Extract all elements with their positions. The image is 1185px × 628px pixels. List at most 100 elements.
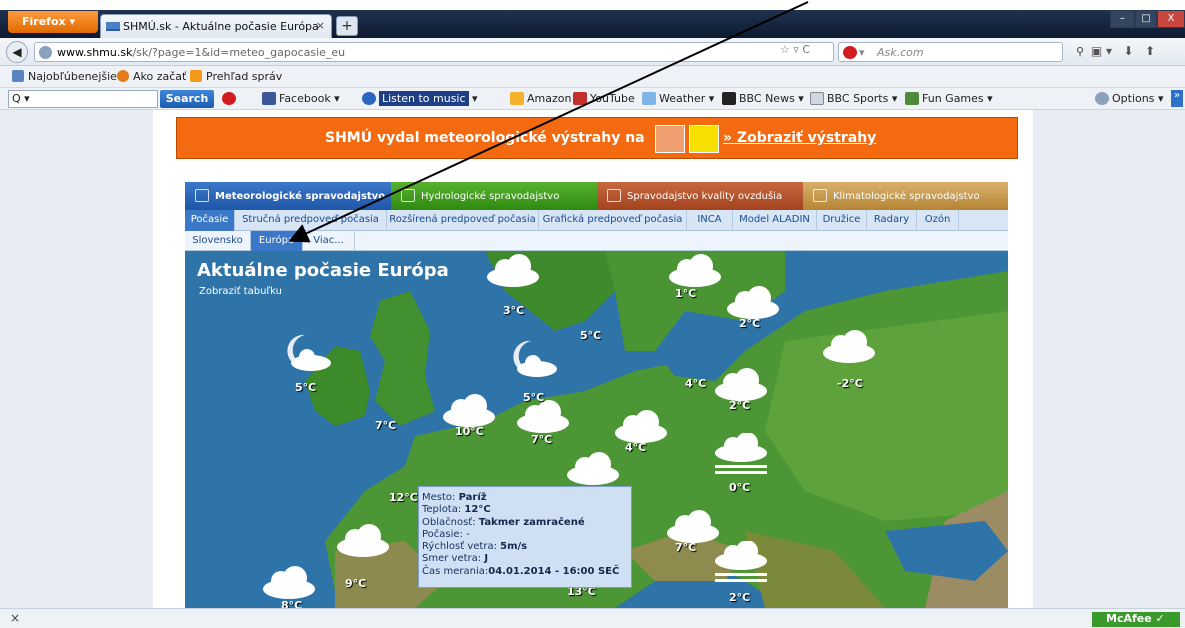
tab-label: Hydrologické spravodajstvo bbox=[421, 191, 560, 202]
toolbar-bbc-news[interactable]: BBC News ▾ bbox=[722, 92, 804, 105]
toolbar-search-button[interactable]: Search bbox=[160, 90, 214, 108]
firefox-icon bbox=[117, 70, 129, 82]
cloud-icon[interactable] bbox=[667, 253, 723, 289]
fog-cloud-icon[interactable] bbox=[713, 433, 769, 481]
tab-title: SHMÚ.sk - Aktuálne počasie Európa bbox=[123, 20, 319, 33]
tooltip-value: 5m/s bbox=[500, 541, 528, 553]
bookmark-ako-zacat[interactable]: Ako začať bbox=[117, 70, 186, 83]
temp-label: 0°C bbox=[729, 481, 751, 494]
tooltip-city-row: Mesto: Paríž bbox=[422, 492, 631, 504]
tab-close-icon[interactable]: × bbox=[316, 19, 325, 32]
sub-tabs: Počasie Stručná predpoveď počasia Rozšír… bbox=[185, 210, 1008, 231]
temp-label: 2°C bbox=[739, 317, 761, 330]
temp-label: 5°C bbox=[295, 381, 317, 394]
new-tab-button[interactable]: + bbox=[336, 16, 358, 36]
chimney-icon bbox=[607, 189, 621, 202]
subtab-druzice[interactable]: Družice bbox=[817, 210, 867, 231]
subtab-ozon[interactable]: Ozón bbox=[917, 210, 959, 231]
toolbar-options[interactable]: Options ▾ bbox=[1095, 92, 1163, 105]
temp-label: 10°C bbox=[455, 425, 484, 438]
url-bar[interactable]: www.shmu.sk/sk/?page=1&id=meteo_gapocasi… bbox=[34, 42, 834, 62]
toolbar-weather[interactable]: Weather ▾ bbox=[642, 92, 714, 105]
tab-klimatologicke[interactable]: Klimatologické spravodajstvo bbox=[803, 182, 1008, 210]
fog-warning-icon[interactable] bbox=[689, 125, 719, 153]
tab-hydrologicke[interactable]: Hydrologické spravodajstvo bbox=[391, 182, 597, 210]
subtab-model-aladin[interactable]: Model ALADIN bbox=[733, 210, 817, 231]
temp-label: 2°C bbox=[729, 591, 751, 604]
search-engine-dropdown-icon[interactable]: ▾ bbox=[859, 46, 865, 59]
cloud-icon[interactable] bbox=[725, 285, 781, 321]
cloud-icon[interactable] bbox=[261, 565, 317, 601]
subtab-rozsirena-predpoved[interactable]: Rozšírená predpoveď počasia bbox=[387, 210, 539, 231]
close-window-button[interactable]: X bbox=[1157, 10, 1185, 28]
toolbar-overflow-icon[interactable]: » bbox=[1171, 90, 1183, 107]
maximize-button[interactable]: □ bbox=[1135, 10, 1157, 28]
toolbar-item-label: BBC Sports ▾ bbox=[827, 92, 898, 105]
toolbar-item-label: Amazon bbox=[527, 92, 572, 105]
subtab-radary[interactable]: Radary bbox=[867, 210, 917, 231]
cloud-icon[interactable] bbox=[665, 509, 721, 545]
bookmark-prehlad-sprav[interactable]: Prehľad správ bbox=[190, 70, 282, 83]
fog-cloud-icon[interactable] bbox=[713, 541, 769, 589]
toolbar-listen-music[interactable]: Listen to music ▾ bbox=[362, 91, 478, 106]
city-weather-tooltip: Mesto: Paríž Teplota: 12°C Oblačnosť: Ta… bbox=[418, 486, 632, 588]
tab-label: Spravodajstvo kvality ovzdušia bbox=[627, 191, 783, 202]
temp-label: 4°C bbox=[625, 441, 647, 454]
temp-label: 12°C bbox=[389, 491, 418, 504]
cloud-icon[interactable] bbox=[613, 409, 669, 445]
window-titlebar: Firefox ▾ SHMÚ.sk - Aktuálne počasie Eur… bbox=[0, 0, 1185, 40]
back-button[interactable]: ◀ bbox=[6, 41, 28, 63]
mcafee-badge[interactable]: McAfee ✓ bbox=[1092, 612, 1180, 627]
window-controls: – □ X bbox=[1110, 10, 1185, 28]
night-cloud-icon[interactable] bbox=[281, 331, 333, 377]
subtab-inca[interactable]: INCA bbox=[687, 210, 733, 231]
close-bar-icon[interactable]: × bbox=[10, 611, 20, 625]
cloud-icon[interactable] bbox=[565, 451, 621, 487]
tooltip-value: 12°C bbox=[464, 504, 491, 516]
tab-meteorologicke[interactable]: Meteorologické spravodajstvo bbox=[185, 182, 391, 210]
subtab-graficka-predpoved[interactable]: Grafická predpoveď počasia bbox=[539, 210, 687, 231]
region-tab-viac[interactable]: Viac... bbox=[303, 231, 355, 251]
browser-tab[interactable]: SHMÚ.sk - Aktuálne počasie Európa × bbox=[100, 14, 332, 38]
subtab-pocasie[interactable]: Počasie bbox=[185, 210, 235, 231]
cloud-icon[interactable] bbox=[441, 393, 497, 429]
url-bar-icons[interactable]: ☆ ▿ C bbox=[780, 43, 810, 56]
search-bar[interactable]: ▾ Ask.com ⚲ bbox=[838, 42, 1084, 62]
navigation-bar: ◀ www.shmu.sk/sk/?page=1&id=meteo_gapoca… bbox=[0, 38, 1185, 66]
snow-cloud-icon[interactable] bbox=[821, 329, 877, 365]
toolbar-ask-icon[interactable] bbox=[222, 92, 239, 105]
warning-link[interactable]: » Zobraziť výstrahy bbox=[723, 130, 876, 146]
toolbar-facebook[interactable]: Facebook ▾ bbox=[262, 92, 340, 105]
show-table-link[interactable]: Zobraziť tabuľku bbox=[199, 286, 282, 297]
cloud-icon[interactable] bbox=[515, 399, 571, 435]
temp-label: 7°C bbox=[675, 541, 697, 554]
tooltip-label: Smer vetra: bbox=[422, 553, 482, 565]
bookmark-najoblubenejsie[interactable]: Najobľúbenejšie bbox=[12, 70, 117, 83]
wind-warning-icon[interactable] bbox=[655, 125, 685, 153]
toolbar-youtube[interactable]: YouTube bbox=[573, 92, 635, 105]
region-tabs: Slovensko Európa Viac... bbox=[185, 231, 1008, 251]
warning-banner: SHMÚ vydal meteorologické výstrahy na » … bbox=[176, 117, 1018, 159]
temp-label: 1°C bbox=[675, 287, 697, 300]
cloud-icon[interactable] bbox=[713, 367, 769, 403]
nav-extra-buttons[interactable]: ▣ ▾ ⬇ ⬆ bbox=[1068, 44, 1155, 58]
tab-kvality-ovzdusia[interactable]: Spravodajstvo kvality ovzdušia bbox=[597, 182, 803, 210]
temp-label: 3°C bbox=[503, 304, 525, 317]
toolbar-search-input[interactable]: Q ▾ bbox=[8, 90, 158, 108]
region-tab-europa[interactable]: Európa bbox=[251, 231, 303, 251]
toolbar-amazon[interactable]: Amazon bbox=[510, 92, 571, 105]
rain-cloud-icon[interactable] bbox=[335, 523, 391, 559]
bookmark-label: Najobľúbenejšie bbox=[28, 70, 117, 83]
firefox-menu-button[interactable]: Firefox ▾ bbox=[8, 11, 98, 33]
toolbar-bbc-sports[interactable]: BBC Sports ▾ bbox=[810, 92, 897, 105]
night-cloud-icon[interactable] bbox=[507, 337, 559, 383]
cloud-icon[interactable] bbox=[485, 253, 541, 289]
toolbar-fun-games[interactable]: Fun Games ▾ bbox=[905, 92, 993, 105]
tooltip-label: Mesto: bbox=[422, 492, 456, 503]
temp-label: 7°C bbox=[375, 419, 397, 432]
region-tab-slovensko[interactable]: Slovensko bbox=[185, 231, 251, 251]
minimize-button[interactable]: – bbox=[1110, 10, 1135, 28]
subtab-strucna-predpoved[interactable]: Stručná predpoveď počasia bbox=[235, 210, 387, 231]
toolbar-search-placeholder: Q ▾ bbox=[12, 92, 30, 105]
chart-icon bbox=[813, 189, 827, 202]
